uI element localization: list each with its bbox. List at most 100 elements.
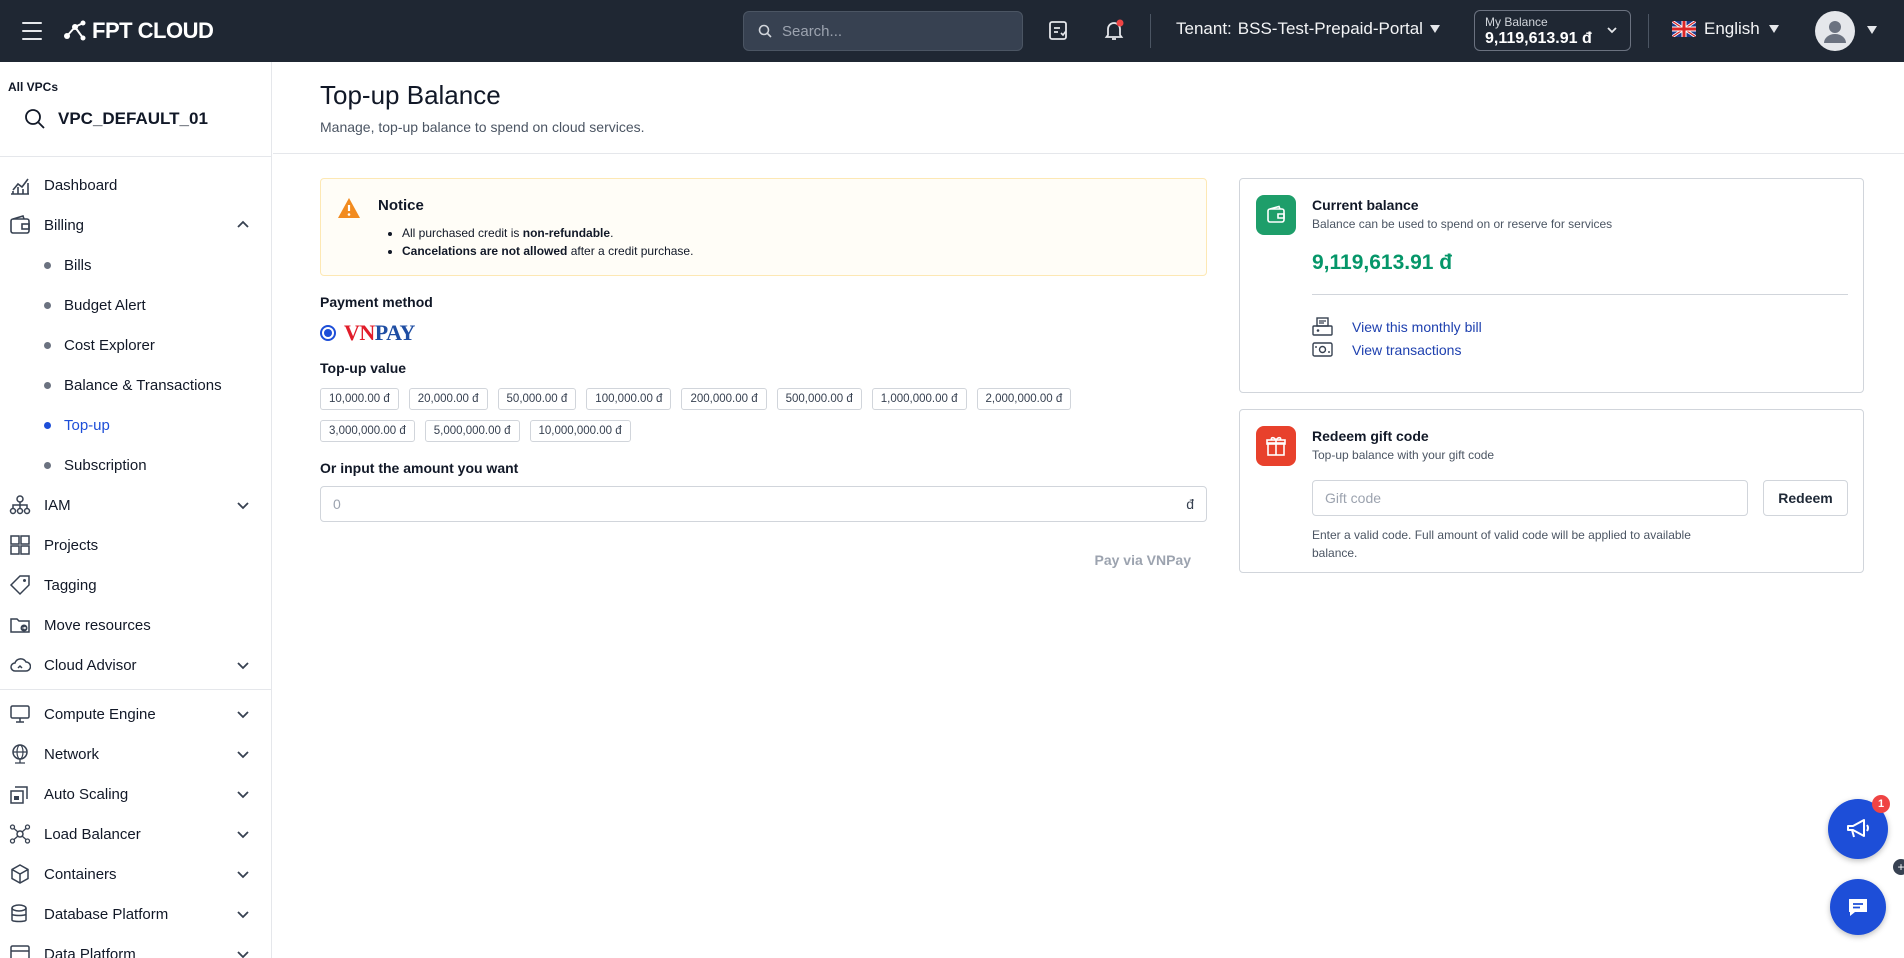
sidebar-item-label: Load Balancer	[44, 825, 141, 843]
chevron-down-icon	[1607, 27, 1617, 34]
amount-chip[interactable]: 5,000,000.00 đ	[424, 420, 520, 442]
gift-subtitle: Top-up balance with your gift code	[1312, 448, 1495, 462]
sidebar-item-projects[interactable]: Projects	[0, 525, 271, 565]
move-resources-icon	[8, 613, 32, 637]
cloud-advisor-icon	[8, 653, 32, 677]
caret-down-icon[interactable]	[1866, 25, 1878, 35]
pay-via-vnpay-button[interactable]: Pay via VNPay	[1094, 552, 1191, 568]
payment-method-vnpay[interactable]: VNPAY	[320, 320, 1207, 346]
containers-icon	[8, 862, 32, 886]
topup-value-label: Top-up value	[320, 360, 407, 376]
amount-chip[interactable]: 10,000.00 đ	[320, 388, 399, 410]
notice-bold-text: Cancelations are not allowed	[402, 244, 568, 258]
notice-title: Notice	[378, 197, 424, 214]
sidebar-item-move-resources[interactable]: Move resources	[0, 605, 271, 645]
gift-code-input[interactable]	[1312, 480, 1748, 516]
current-balance-card: Current balance Balance can be used to s…	[1239, 178, 1864, 393]
sidebar-item-billing[interactable]: Billing	[0, 205, 271, 245]
language-selector[interactable]: English	[1672, 19, 1780, 39]
redeem-button[interactable]: Redeem	[1763, 480, 1848, 516]
sidebar-item-tagging[interactable]: Tagging	[0, 565, 271, 605]
sidebar-item-cloud-advisor[interactable]: Cloud Advisor	[0, 645, 271, 685]
sidebar-item-load-balancer[interactable]: Load Balancer	[0, 814, 271, 854]
amount-chip[interactable]: 2,000,000.00 đ	[976, 388, 1072, 410]
notice-item: Cancelations are not allowed after a cre…	[402, 242, 1206, 260]
custom-amount-field: đ	[320, 486, 1207, 522]
sidebar-item-database-platform[interactable]: Database Platform	[0, 894, 271, 934]
sidebar-item-label: Containers	[44, 865, 117, 883]
menu-icon[interactable]	[22, 22, 42, 40]
language-label: English	[1704, 19, 1760, 38]
divider	[1648, 14, 1649, 48]
view-transactions-link[interactable]: View transactions	[1312, 340, 1461, 360]
topup-form: Notice All purchased credit is non-refun…	[320, 178, 1207, 568]
search-input[interactable]	[782, 22, 1002, 40]
current-balance-value: 9,119,613.91 đ	[1312, 251, 1453, 274]
divider	[0, 689, 271, 690]
megaphone-icon	[1847, 819, 1869, 838]
announcement-button[interactable]: 1	[1828, 795, 1890, 859]
amount-chip[interactable]: 3,000,000.00 đ	[320, 420, 415, 442]
search-box[interactable]	[743, 11, 1023, 51]
sidebar-item-bills[interactable]: Bills	[0, 245, 271, 285]
vnpay-logo-pay: PAY	[374, 320, 416, 345]
plus-icon[interactable]: +	[1893, 859, 1904, 875]
sidebar-item-auto-scaling[interactable]: Auto Scaling	[0, 774, 271, 814]
sidebar-item-top-up[interactable]: Top-up	[0, 405, 271, 445]
sidebar-item-containers[interactable]: Containers	[0, 854, 271, 894]
tenant-name: BSS-Test-Prepaid-Portal	[1237, 19, 1423, 38]
sidebar-item-compute-engine[interactable]: Compute Engine	[0, 694, 271, 734]
projects-icon	[8, 533, 32, 557]
amount-chip[interactable]: 10,000,000.00 đ	[529, 420, 631, 442]
sidebar-item-label: Cloud Advisor	[44, 656, 137, 674]
bullet-icon	[44, 461, 51, 469]
notice-bold-text: non-refundable	[522, 226, 611, 240]
amount-chip[interactable]: 500,000.00 đ	[776, 388, 862, 410]
amount-chip[interactable]: 1,000,000.00 đ	[871, 388, 967, 410]
notice-list: All purchased credit is non-refundable. …	[402, 224, 1206, 260]
notice-box: Notice All purchased credit is non-refun…	[320, 178, 1207, 276]
sidebar-item-label: Cost Explorer	[64, 336, 155, 354]
sidebar-item-balance-transactions[interactable]: Balance & Transactions	[0, 365, 271, 405]
search-icon	[25, 109, 45, 129]
amount-chip[interactable]: 20,000.00 đ	[408, 388, 488, 410]
custom-amount-label: Or input the amount you want	[320, 460, 519, 476]
sidebar-item-budget-alert[interactable]: Budget Alert	[0, 285, 271, 325]
tenant-selector[interactable]: Tenant: BSS-Test-Prepaid-Portal	[1176, 19, 1441, 39]
notice-text: after a credit purchase.	[567, 244, 694, 258]
clipboard-icon[interactable]	[1046, 18, 1072, 44]
fpt-cloud-logo[interactable]: FPT CLOUD	[62, 17, 214, 45]
notice-item: All purchased credit is non-refundable.	[402, 224, 1206, 242]
amount-chip[interactable]: 200,000.00 đ	[681, 388, 767, 410]
page-subtitle: Manage, top-up balance to spend on cloud…	[320, 119, 645, 135]
amount-chip[interactable]: 100,000.00 đ	[586, 388, 672, 410]
sidebar-item-label: Data Platform	[44, 945, 136, 958]
sidebar-item-data-platform[interactable]: Data Platform	[0, 934, 271, 958]
sidebar-item-iam[interactable]: IAM	[0, 485, 271, 525]
sidebar-item-subscription[interactable]: Subscription	[0, 445, 271, 485]
sidebar-item-cost-explorer[interactable]: Cost Explorer	[0, 325, 271, 365]
sidebar-item-label: Projects	[44, 536, 99, 554]
sidebar-item-network[interactable]: Network	[0, 734, 271, 774]
view-monthly-bill-link[interactable]: View this monthly bill	[1312, 317, 1482, 337]
sidebar-item-dashboard[interactable]: Dashboard	[0, 165, 271, 205]
bell-icon[interactable]	[1102, 18, 1128, 44]
vnpay-radio[interactable]	[320, 325, 336, 341]
my-balance-dropdown[interactable]: My Balance 9,119,613.91 đ	[1474, 10, 1631, 51]
custom-amount-input[interactable]	[333, 496, 1153, 512]
gift-help-text: Enter a valid code. Full amount of valid…	[1312, 528, 1691, 560]
vpc-search[interactable]: VPC_DEFAULT_01	[8, 108, 271, 130]
tenant-label: Tenant:	[1176, 19, 1232, 38]
topup-amount-options: 10,000.00 đ 20,000.00 đ 50,000.00 đ 100,…	[320, 388, 1140, 442]
page-title: Top-up Balance	[320, 80, 501, 110]
top-bar: FPT CLOUD Tenant: BSS-Test-Prepaid-Porta…	[0, 0, 1904, 62]
sidebar-item-label: Move resources	[44, 616, 151, 634]
notice-text: .	[610, 226, 614, 240]
chevron-down-icon	[237, 711, 249, 719]
sidebar-nav: Dashboard Billing Bills Budget Alert Cos…	[0, 157, 271, 958]
divider	[1312, 294, 1848, 295]
avatar[interactable]	[1815, 11, 1855, 51]
chat-button[interactable]	[1830, 879, 1886, 935]
amount-chip[interactable]: 50,000.00 đ	[497, 388, 577, 410]
sidebar-item-label: Top-up	[64, 416, 110, 434]
